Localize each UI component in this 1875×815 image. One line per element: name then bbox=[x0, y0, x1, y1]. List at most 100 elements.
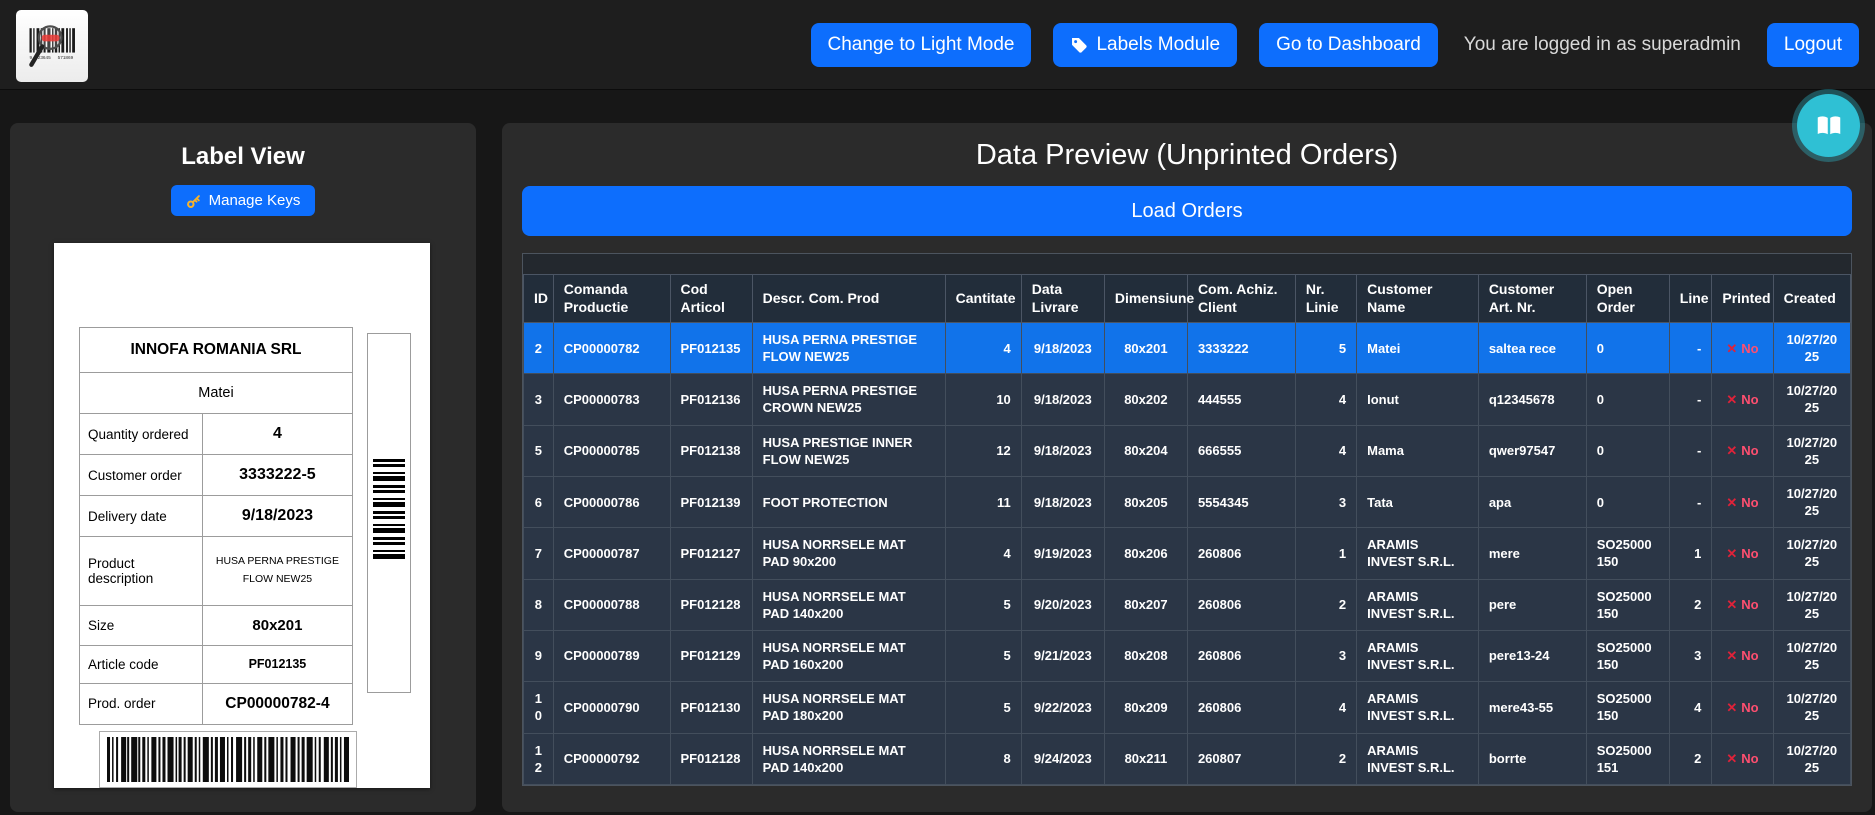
table-cell: CP00000787 bbox=[553, 528, 670, 579]
table-cell: mere bbox=[1478, 528, 1586, 579]
table-cell: ✕No bbox=[1712, 374, 1773, 425]
table-cell: PF012138 bbox=[670, 425, 752, 476]
label-company: INNOFA ROMANIA SRL bbox=[80, 328, 353, 373]
label-row: Size80x201 bbox=[80, 605, 353, 645]
label-table-body: INNOFA ROMANIA SRL Matei Quantity ordere… bbox=[80, 328, 353, 725]
table-cell: CP00000785 bbox=[553, 425, 670, 476]
table-cell: HUSA PERNA PRESTIGE CROWN NEW25 bbox=[752, 374, 945, 425]
table-cell: 9/19/2023 bbox=[1021, 528, 1104, 579]
table-cell: 5 bbox=[524, 425, 554, 476]
table-row[interactable]: 10CP00000790PF012130HUSA NORRSELE MAT PA… bbox=[524, 682, 1851, 733]
x-icon: ✕ bbox=[1726, 341, 1737, 356]
table-cell: qwer97547 bbox=[1478, 425, 1586, 476]
table-cell: 9/18/2023 bbox=[1021, 425, 1104, 476]
load-orders-button[interactable]: Load Orders bbox=[522, 186, 1852, 236]
table-cell: 10 bbox=[945, 374, 1021, 425]
table-cell: CP00000788 bbox=[553, 579, 670, 630]
table-cell: 0 bbox=[1586, 476, 1669, 527]
table-cell: 7 bbox=[524, 528, 554, 579]
table-cell: 8 bbox=[524, 579, 554, 630]
table-cell: 9/18/2023 bbox=[1021, 374, 1104, 425]
table-row[interactable]: 5CP00000785PF012138HUSA PRESTIGE INNER F… bbox=[524, 425, 1851, 476]
table-cell: 260806 bbox=[1187, 630, 1295, 681]
x-icon: ✕ bbox=[1726, 392, 1737, 407]
label-field-value: 9/18/2023 bbox=[202, 496, 352, 537]
table-cell: 12 bbox=[945, 425, 1021, 476]
table-cell: 80x206 bbox=[1104, 528, 1187, 579]
x-icon: ✕ bbox=[1726, 546, 1737, 561]
table-cell: HUSA NORRSELE MAT PAD 140x200 bbox=[752, 733, 945, 784]
column-header: Customer Art. Nr. bbox=[1478, 275, 1586, 323]
table-cell: 5554345 bbox=[1187, 476, 1295, 527]
table-cell: 3333222 bbox=[1187, 323, 1295, 374]
table-cell: 9/21/2023 bbox=[1021, 630, 1104, 681]
table-cell: 0 bbox=[1586, 374, 1669, 425]
key-icon bbox=[186, 193, 202, 209]
table-row[interactable]: 9CP00000789PF012129HUSA NORRSELE MAT PAD… bbox=[524, 630, 1851, 681]
docs-floating-button[interactable] bbox=[1797, 94, 1860, 157]
table-cell: PF012127 bbox=[670, 528, 752, 579]
printed-status: No bbox=[1741, 443, 1758, 458]
table-cell: 4 bbox=[945, 528, 1021, 579]
column-header: Customer Name bbox=[1357, 275, 1479, 323]
table-cell: 9/18/2023 bbox=[1021, 476, 1104, 527]
table-row[interactable]: 7CP00000787PF012127HUSA NORRSELE MAT PAD… bbox=[524, 528, 1851, 579]
table-cell: 666555 bbox=[1187, 425, 1295, 476]
table-cell: 10/27/2025 bbox=[1773, 374, 1850, 425]
data-preview-panel: Data Preview (Unprinted Orders) Load Ord… bbox=[502, 123, 1872, 812]
table-cell: 10/27/2025 bbox=[1773, 630, 1850, 681]
table-cell: 0 bbox=[1586, 323, 1669, 374]
table-cell: 8 bbox=[945, 733, 1021, 784]
x-icon: ✕ bbox=[1726, 700, 1737, 715]
table-cell: ARAMIS INVEST S.R.L. bbox=[1357, 682, 1479, 733]
table-cell: ✕No bbox=[1712, 425, 1773, 476]
table-cell: ✕ No bbox=[1712, 682, 1773, 733]
table-cell: - bbox=[1669, 476, 1712, 527]
table-cell: 5 bbox=[945, 682, 1021, 733]
table-cell: 4 bbox=[1295, 374, 1356, 425]
table-row[interactable]: 6CP00000786PF012139FOOT PROTECTION119/18… bbox=[524, 476, 1851, 527]
table-row[interactable]: 2CP00000782PF012135HUSA PERNA PRESTIGE F… bbox=[524, 323, 1851, 374]
navbar-actions: Change to Light Mode Labels Module Go to… bbox=[811, 23, 1860, 67]
table-cell: 260806 bbox=[1187, 528, 1295, 579]
table-cell: ✕No bbox=[1712, 323, 1773, 374]
table-cell: ✕No bbox=[1712, 476, 1773, 527]
column-header: ID bbox=[524, 275, 554, 323]
label-field-value: PF012135 bbox=[202, 645, 352, 683]
table-row[interactable]: 12CP00000792PF012128HUSA NORRSELE MAT PA… bbox=[524, 733, 1851, 784]
table-cell: PF012136 bbox=[670, 374, 752, 425]
table-cell: saltea rece bbox=[1478, 323, 1586, 374]
manage-keys-button[interactable]: Manage Keys bbox=[171, 185, 316, 216]
label-field-value: 3333222-5 bbox=[202, 455, 352, 496]
go-to-dashboard-button[interactable]: Go to Dashboard bbox=[1259, 23, 1438, 67]
table-cell: 9/22/2023 bbox=[1021, 682, 1104, 733]
table-cell: pere13-24 bbox=[1478, 630, 1586, 681]
label-sheet: INNOFA ROMANIA SRL Matei Quantity ordere… bbox=[54, 243, 430, 788]
table-cell: 2 bbox=[1669, 733, 1712, 784]
logout-button[interactable]: Logout bbox=[1767, 23, 1859, 67]
printed-status: No bbox=[1741, 700, 1758, 715]
labels-module-button[interactable]: Labels Module bbox=[1053, 23, 1237, 67]
table-cell: 80x205 bbox=[1104, 476, 1187, 527]
table-row[interactable]: 3CP00000783PF012136HUSA PERNA PRESTIGE C… bbox=[524, 374, 1851, 425]
column-header: Created bbox=[1773, 275, 1850, 323]
column-header: Printed bbox=[1712, 275, 1773, 323]
table-cell: 10/27/2025 bbox=[1773, 323, 1850, 374]
table-cell: 3 bbox=[1669, 630, 1712, 681]
change-light-mode-button[interactable]: Change to Light Mode bbox=[811, 23, 1032, 67]
table-cell: 5 bbox=[1295, 323, 1356, 374]
table-cell: HUSA PERNA PRESTIGE FLOW NEW25 bbox=[752, 323, 945, 374]
label-field-name: Size bbox=[80, 605, 203, 645]
table-cell: 6 bbox=[524, 476, 554, 527]
column-header: Cantitate bbox=[945, 275, 1021, 323]
vertical-barcode-bars bbox=[373, 459, 405, 561]
table-cell: 10/27/2025 bbox=[1773, 425, 1850, 476]
horizontal-barcode-bars bbox=[107, 737, 349, 782]
label-row: Prod. orderCP00000782-4 bbox=[80, 683, 353, 724]
label-preview-table: INNOFA ROMANIA SRL Matei Quantity ordere… bbox=[79, 327, 353, 725]
label-field-name: Product description bbox=[80, 537, 203, 606]
table-cell: Matei bbox=[1357, 323, 1479, 374]
table-row[interactable]: 8CP00000788PF012128HUSA NORRSELE MAT PAD… bbox=[524, 579, 1851, 630]
column-header: Nr. Linie bbox=[1295, 275, 1356, 323]
orders-table-header-row: IDComanda ProductieCod ArticolDescr. Com… bbox=[524, 275, 1851, 323]
